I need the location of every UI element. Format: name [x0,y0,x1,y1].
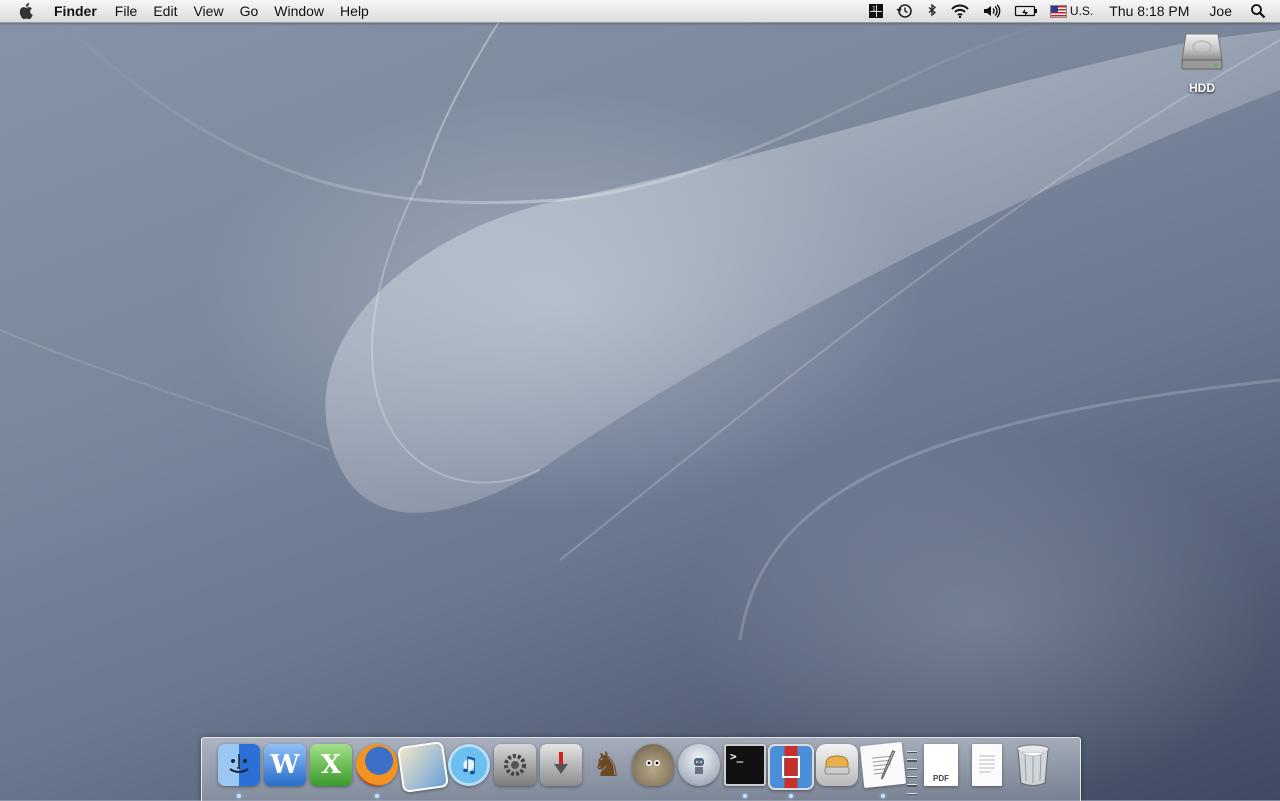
menu-app-name[interactable]: Finder [48,0,107,22]
dock-item-terminal[interactable]: >_ [722,744,768,800]
dock-separator[interactable] [906,744,918,798]
dock-item-transmit[interactable] [538,744,584,800]
trash-icon [1012,744,1054,786]
system-preferences-icon [494,744,536,786]
transmit-icon [540,744,582,786]
word-icon: W [264,744,306,786]
dock-item-excel[interactable]: X [308,744,354,800]
desktop-icon-label: HDD [1189,81,1215,95]
running-indicator [375,794,379,798]
svg-text:1: 1 [872,6,876,13]
dock-item-photo-booth[interactable] [768,744,814,800]
firefox-icon [356,744,398,786]
time-machine-icon[interactable] [890,0,920,22]
menu-view[interactable]: View [185,0,231,22]
photo-booth-icon [768,744,814,790]
spotlight-search-icon[interactable] [1242,0,1280,22]
iphoto-icon [397,741,449,793]
spaces-icon[interactable]: 1 [862,0,890,22]
wifi-icon[interactable] [944,0,976,22]
gimp-icon [632,744,674,786]
automator-icon [678,744,720,786]
dock-item-firefox[interactable] [354,744,400,800]
excel-icon: X [310,744,352,786]
dock-item-automator[interactable] [676,744,722,800]
dock: W X ♫ ♞ >_ PDF [201,737,1081,801]
menu-go[interactable]: Go [232,0,267,22]
chess-icon: ♞ [591,745,623,785]
pdf-document-label: PDF [933,774,949,783]
text-document-icon [972,744,1002,786]
menu-help[interactable]: Help [332,0,377,22]
menu-window[interactable]: Window [266,0,332,22]
pdf-document-icon: PDF [924,744,958,786]
input-source-menu[interactable]: U.S. [1044,4,1099,18]
hard-drive-icon [1181,33,1223,70]
dock-item-trash[interactable] [1010,744,1056,800]
fast-user-switch-menu[interactable]: Joe [1199,0,1242,22]
menu-bar: Finder File Edit View Go Window Help 1 U… [0,0,1280,23]
running-indicator [237,794,241,798]
textedit-icon [859,741,907,789]
running-indicator [743,794,747,798]
desktop-wallpaper [0,18,1280,641]
input-source-label: U.S. [1069,4,1094,18]
dock-item-iphoto[interactable] [397,741,449,800]
dock-item-gimp[interactable] [630,744,676,800]
itunes-icon: ♫ [448,744,490,786]
menu-file[interactable]: File [107,0,146,22]
running-indicator [881,794,885,798]
menu-edit[interactable]: Edit [145,0,185,22]
bluetooth-icon[interactable] [920,0,944,22]
dock-item-word[interactable]: W [262,744,308,800]
us-flag-icon [1049,4,1067,18]
finder-icon [218,744,260,786]
dock-item-pdf-document[interactable]: PDF [918,744,964,800]
dock-item-chess[interactable]: ♞ [584,744,630,800]
terminal-icon: >_ [724,744,766,786]
desktop-icon-hdd[interactable]: HDD [1172,30,1232,95]
apple-menu-icon[interactable] [16,0,38,22]
dock-item-finder[interactable] [216,744,262,800]
menu-clock[interactable]: Thu 8:18 PM [1099,0,1199,22]
volume-icon[interactable] [976,0,1008,22]
dock-item-itunes[interactable]: ♫ [446,744,492,800]
dock-item-toast[interactable] [814,744,860,800]
running-indicator [789,794,793,798]
toast-icon [816,744,858,786]
dock-item-textedit[interactable] [859,741,907,800]
dock-item-text-document[interactable] [964,744,1010,800]
dock-item-system-preferences[interactable] [492,744,538,800]
battery-icon[interactable] [1008,0,1044,22]
